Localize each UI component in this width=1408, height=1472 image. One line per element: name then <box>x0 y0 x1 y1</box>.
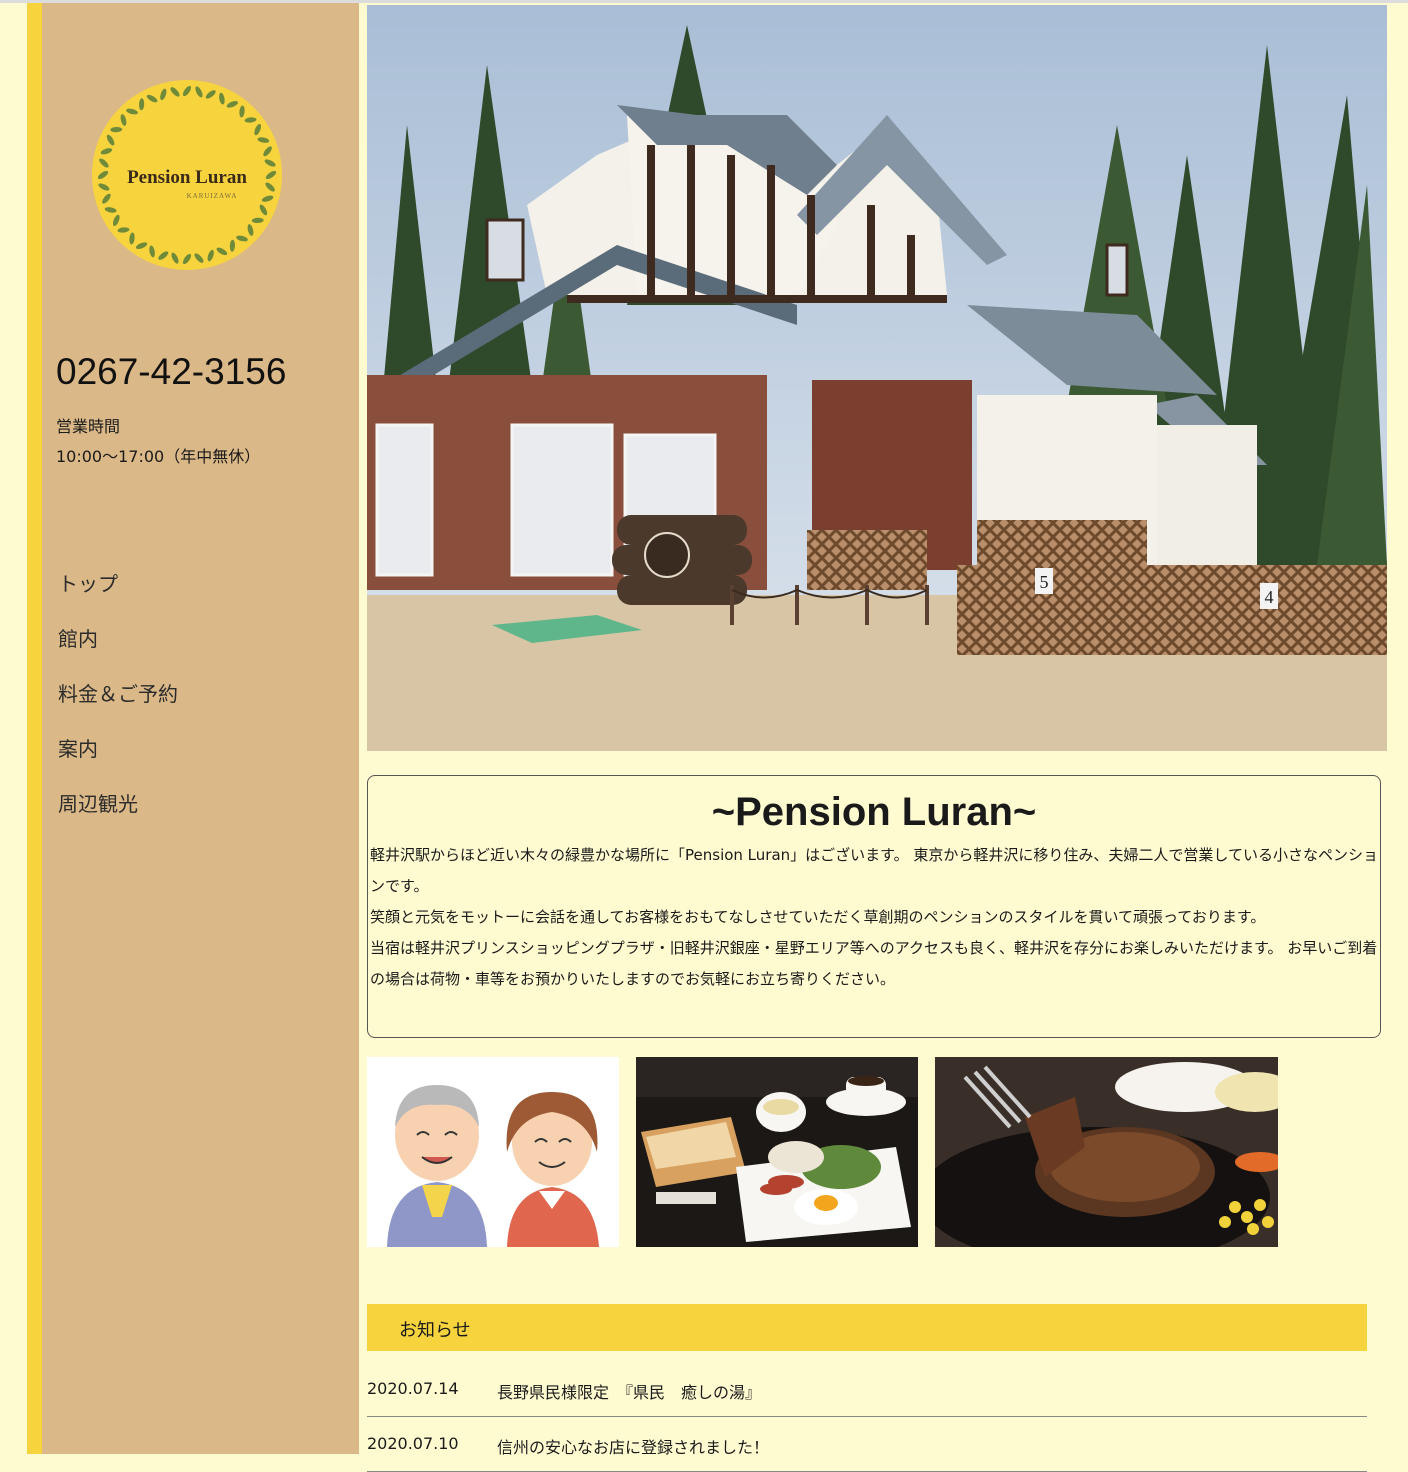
laurel-wreath-logo-icon: Pension Luran KARUIZAWA <box>92 80 282 270</box>
news-list: 2020.07.14 長野県民様限定 『県民 癒しの湯』 2020.07.10 … <box>367 1362 1367 1472</box>
news-title[interactable]: 長野県民様限定 『県民 癒しの湯』 <box>497 1379 761 1403</box>
owner-couple-illustration <box>367 1057 619 1247</box>
news-section-header: お知らせ <box>367 1304 1367 1351</box>
intro-box: ~Pension Luran~ 軽井沢駅からほど近い木々の緑豊かな場所に「Pen… <box>367 775 1381 1038</box>
intro-title: ~Pension Luran~ <box>711 790 1037 834</box>
nav-item-pricing-reservation[interactable]: 料金＆ご予約 <box>58 678 178 733</box>
main-nav: トップ 館内 料金＆ご予約 案内 周辺観光 <box>58 568 178 843</box>
nav-item-sightseeing[interactable]: 周辺観光 <box>58 788 178 843</box>
pension-luran-logo[interactable]: Pension Luran KARUIZAWA <box>90 78 284 272</box>
intro-paragraph-2: 笑顔と元気をモットーに会話を通してお客様をおもてなしさせていただく草創期のペンシ… <box>370 908 1266 926</box>
news-date: 2020.07.14 <box>367 1379 459 1398</box>
pension-exterior-photo: 5 4 <box>367 5 1387 751</box>
steak-dinner-photo <box>935 1057 1278 1247</box>
pension-building-image: 5 4 <box>367 5 1387 751</box>
intro-paragraph-3: 当宿は軽井沢プリンスショッピングプラザ・旧軽井沢銀座・星野エリア等へのアクセスも… <box>370 939 1378 988</box>
news-title[interactable]: 信州の安心なお店に登録されました！ <box>497 1434 769 1458</box>
business-hours-label: 営業時間 <box>56 417 121 436</box>
svg-text:4: 4 <box>1265 587 1274 607</box>
news-item[interactable]: 2020.07.14 長野県民様限定 『県民 癒しの湯』 <box>367 1362 1367 1417</box>
news-item[interactable]: 2020.07.10 信州の安心なお店に登録されました！ <box>367 1417 1367 1472</box>
breakfast-photo <box>636 1057 918 1247</box>
svg-text:KARUIZAWA: KARUIZAWA <box>187 192 238 200</box>
svg-text:5: 5 <box>1040 572 1049 592</box>
intro-paragraph-1: 軽井沢駅からほど近い木々の緑豊かな場所に「Pension Luran」はございま… <box>370 846 1378 895</box>
nav-item-guide[interactable]: 案内 <box>58 733 178 788</box>
business-hours-value: 10:00〜17:00（年中無休） <box>56 447 261 466</box>
svg-text:Pension Luran: Pension Luran <box>127 167 247 188</box>
sidebar: Pension Luran KARUIZAWA 0267-42-3156 営業時… <box>42 3 359 1454</box>
news-date: 2020.07.10 <box>367 1434 459 1453</box>
news-header-label: お知らせ <box>399 1320 471 1341</box>
nav-item-top[interactable]: トップ <box>58 568 178 623</box>
phone-number: 0267-42-3156 <box>56 351 287 392</box>
nav-item-facility[interactable]: 館内 <box>58 623 178 678</box>
accent-strip <box>27 3 42 1454</box>
